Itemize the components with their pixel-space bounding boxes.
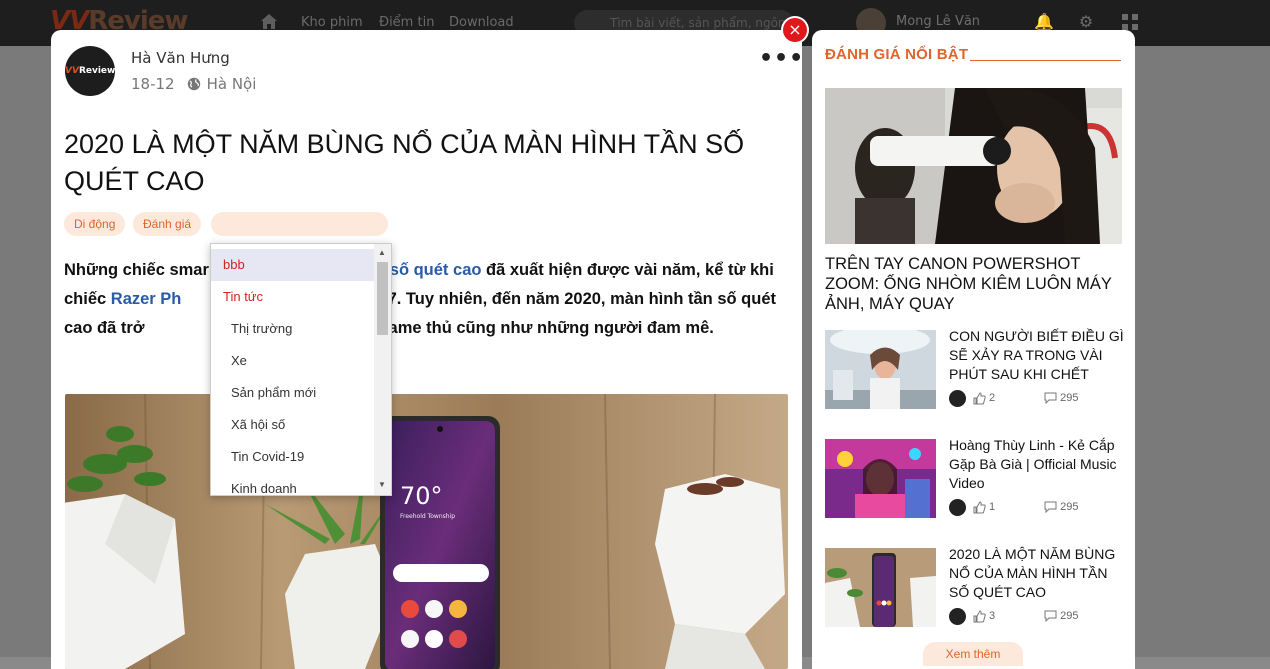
comment-count: 295 [1060, 610, 1079, 622]
article-stats: 2 295 [949, 389, 1078, 407]
tag-di-dong[interactable]: Di động [64, 212, 126, 236]
post-location: Hà Nội [206, 75, 257, 93]
post-hero-image: 70° Freehold Township [65, 394, 788, 669]
scroll-up-icon[interactable]: ▲ [378, 248, 386, 257]
author-mini-avatar[interactable] [949, 498, 966, 516]
article-title[interactable]: CON NGƯỜI BIẾT ĐIỀU GÌ SẼ XẢY RA TRONG V… [949, 327, 1125, 384]
article-stats: 3 295 [949, 607, 1078, 625]
sidebar-article[interactable]: CON NGƯỜI BIẾT ĐIỀU GÌ SẼ XẢY RA TRONG V… [825, 327, 1125, 410]
bell-icon[interactable]: 🔔 [1034, 13, 1054, 31]
scroll-down-icon[interactable]: ▼ [378, 480, 386, 489]
dropdown-option[interactable]: Kinh doanh [211, 473, 374, 495]
home-icon[interactable] [259, 11, 279, 31]
dropdown-option[interactable]: Sản phẩm mới [211, 377, 374, 409]
article-modal: VVReview Hà Văn Hưng 18-12 Hà Nội ••• 20… [51, 30, 802, 669]
grid-icon[interactable] [1121, 13, 1139, 31]
category-dropdown[interactable]: bbb Tin tức Thị trường Xe Sản phẩm mới X… [210, 243, 392, 496]
dropdown-option[interactable]: Thị trường [211, 313, 374, 345]
dropdown-scrollbar[interactable]: ▲ ▼ [374, 244, 391, 495]
article-thumbnail[interactable] [825, 548, 936, 627]
category-select[interactable] [211, 212, 388, 236]
comment-icon[interactable] [1044, 501, 1057, 513]
dropdown-option-selected[interactable]: bbb [211, 249, 374, 281]
like-count: 2 [989, 392, 996, 404]
author-mini-avatar[interactable] [949, 389, 966, 407]
sidebar-title-rule [970, 60, 1121, 61]
post-date: 18-12 [131, 75, 175, 93]
like-icon[interactable] [973, 391, 986, 405]
link-razer-phone[interactable]: Razer Ph [111, 290, 182, 308]
phone-temperature: 70° [400, 482, 443, 510]
author-avatar[interactable]: VVReview [65, 46, 115, 96]
user-name[interactable]: Mong Lê Văn [896, 14, 980, 29]
post-meta: 18-12 Hà Nội [131, 75, 256, 93]
close-button[interactable]: × [783, 18, 807, 42]
like-count: 3 [989, 610, 996, 622]
like-count: 1 [989, 501, 996, 513]
featured-image[interactable] [825, 88, 1122, 244]
dropdown-option[interactable]: Xe [211, 345, 374, 377]
comment-count: 295 [1060, 392, 1079, 404]
post-title: 2020 LÀ MỘT NĂM BÙNG NỔ CỦA MÀN HÌNH TẦN… [64, 129, 745, 196]
article-thumbnail[interactable] [825, 439, 936, 518]
tag-danh-gia[interactable]: Đánh giá [133, 212, 202, 236]
phone-location: Freehold Township [400, 513, 455, 520]
author-name[interactable]: Hà Văn Hưng [131, 49, 230, 67]
dropdown-option[interactable]: Xã hội số [211, 409, 374, 441]
dropdown-group-tin-tuc: Tin tức [223, 289, 264, 304]
article-title[interactable]: Hoàng Thùy Linh - Kẻ Cắp Gặp Bà Già | Of… [949, 436, 1125, 493]
see-more-button[interactable]: Xem thêm [923, 642, 1023, 666]
post-lead: Những chiếc smar ần số quét cao đã xuất h… [64, 261, 777, 337]
comment-icon[interactable] [1044, 610, 1057, 622]
featured-title[interactable]: TRÊN TAY CANON POWERSHOT ZOOM: ỐNG NHÒM … [825, 254, 1125, 314]
nav-diem-tin[interactable]: Điểm tin [379, 15, 434, 30]
comment-count: 295 [1060, 501, 1079, 513]
comment-icon[interactable] [1044, 392, 1057, 404]
scrollbar-thumb[interactable] [377, 262, 388, 335]
like-icon[interactable] [973, 609, 986, 623]
dropdown-option[interactable]: Tin Covid-19 [211, 441, 374, 473]
article-thumbnail[interactable] [825, 330, 936, 409]
sidebar-title: ĐÁNH GIÁ NỔI BẬT [825, 46, 969, 63]
featured-sidebar: ĐÁNH GIÁ NỔI BẬT TRÊN TAY CANON POWERSHO… [812, 30, 1135, 669]
article-stats: 1 295 [949, 498, 1078, 516]
nav-download[interactable]: Download [449, 15, 514, 30]
nav-kho-phim[interactable]: Kho phim [301, 15, 363, 30]
author-mini-avatar[interactable] [949, 607, 966, 625]
like-icon[interactable] [973, 500, 986, 514]
article-title[interactable]: 2020 LÀ MỘT NĂM BÙNG NỔ CỦA MÀN HÌNH TẦN… [949, 545, 1125, 602]
gear-icon[interactable]: ⚙ [1077, 13, 1095, 31]
sidebar-article[interactable]: Hoàng Thùy Linh - Kẻ Cắp Gặp Bà Già | Of… [825, 436, 1125, 519]
more-options-icon[interactable]: ••• [759, 46, 802, 71]
sidebar-article[interactable]: 2020 LÀ MỘT NĂM BÙNG NỔ CỦA MÀN HÌNH TẦN… [825, 545, 1125, 628]
globe-icon [187, 77, 200, 91]
